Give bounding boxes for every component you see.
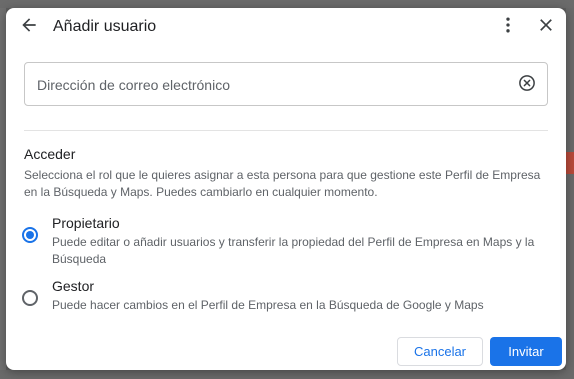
more-options-button[interactable] <box>496 15 520 39</box>
more-vert-icon <box>498 15 518 40</box>
background-right-edge <box>566 8 574 370</box>
dialog-title: Añadir usuario <box>53 18 157 35</box>
owner-radio[interactable] <box>22 227 38 243</box>
role-description: Puede hacer cambios en el Perfil de Empr… <box>52 298 484 312</box>
section-divider <box>24 130 548 131</box>
role-title: Gestor <box>52 278 95 294</box>
background-top <box>0 0 574 8</box>
access-description: Selecciona el rol que le quieres asignar… <box>24 168 541 199</box>
role-description: Puede editar o añadir usuarios y transfe… <box>52 235 535 266</box>
clear-email-button[interactable] <box>517 74 537 97</box>
close-icon <box>536 15 556 40</box>
role-title: Propietario <box>52 215 120 231</box>
invite-button[interactable]: Invitar <box>490 337 562 366</box>
email-input[interactable] <box>37 74 497 96</box>
background-bottom <box>0 370 574 379</box>
close-button[interactable] <box>534 15 558 39</box>
add-user-dialog: Añadir usuario Acceder Selecciona el rol… <box>6 8 566 370</box>
arrow-back-icon <box>19 15 39 40</box>
cancel-button[interactable]: Cancelar <box>397 337 483 366</box>
email-field <box>24 62 548 106</box>
background-red-element <box>566 152 574 174</box>
clear-circle-icon <box>518 74 536 97</box>
back-button[interactable] <box>17 15 41 39</box>
access-heading: Acceder <box>24 146 76 162</box>
manager-radio[interactable] <box>22 290 38 306</box>
